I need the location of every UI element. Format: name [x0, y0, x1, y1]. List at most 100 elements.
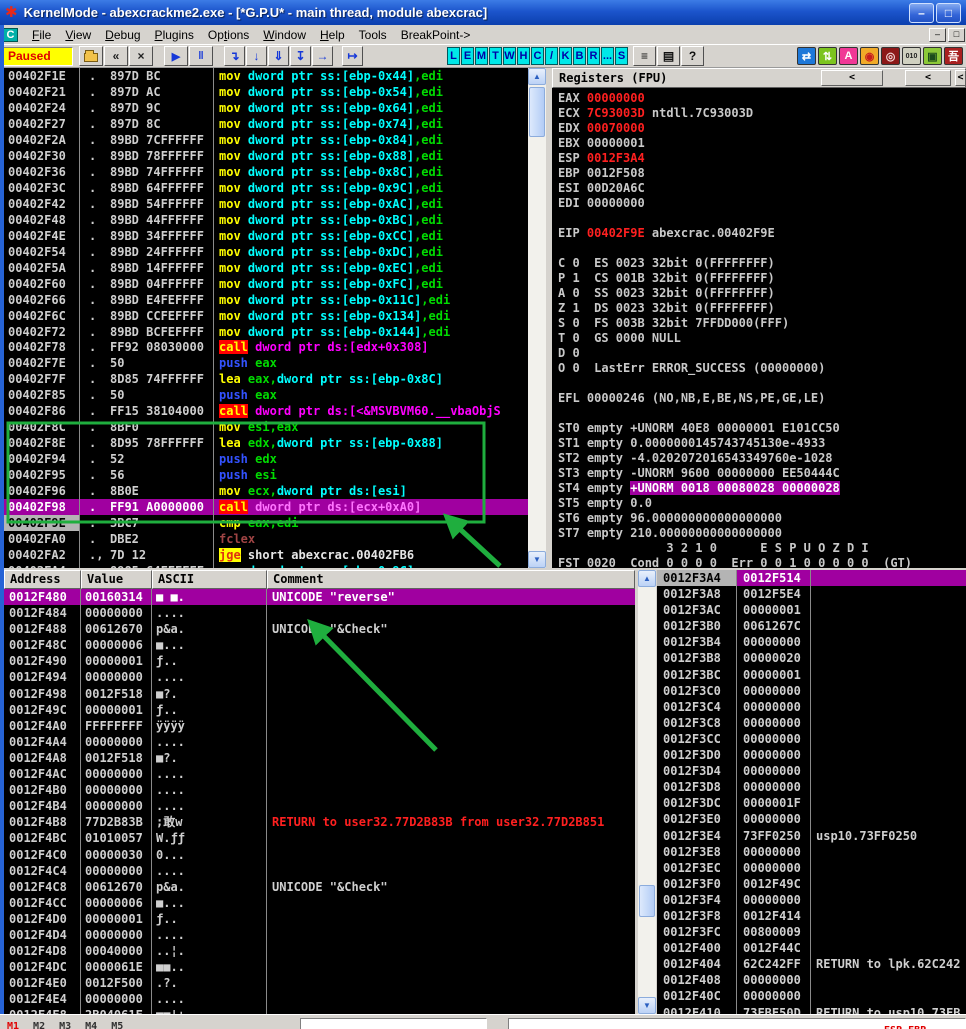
register-line[interactable]: ST1 empty 0.0000000145743745130e-4933: [558, 436, 966, 451]
disasm-row[interactable]: 00402F85. 50 push eax: [4, 387, 528, 404]
disasm-row[interactable]: 00402F7F. 8D85 74FFFFFF lea eax,dword ptr …: [4, 371, 528, 388]
dump-row[interactable]: 0012F4AC 00000000....: [4, 766, 635, 783]
stack-row[interactable]: 0012F3B0 0061267C: [657, 618, 966, 635]
threads-window-button[interactable]: T: [489, 47, 502, 65]
menu-item-tools[interactable]: Tools: [352, 26, 394, 44]
stack-row[interactable]: 0012F3D4 00000000: [657, 763, 966, 780]
stack-row[interactable]: 0012F3B4 00000000: [657, 634, 966, 651]
register-line[interactable]: D 0: [558, 346, 966, 361]
dump-row[interactable]: 0012F48C 00000006 ■...: [4, 637, 635, 654]
stack-row[interactable]: 0012F3AC 00000001: [657, 602, 966, 619]
stack-row[interactable]: 0012F408 00000000: [657, 972, 966, 989]
mdi-restore-button[interactable]: □: [948, 27, 965, 42]
stack-row[interactable]: 0012F410 73FBE50D RETURN to usp10.73FB: [657, 1004, 966, 1014]
menu-item-file[interactable]: File: [25, 26, 58, 44]
disasm-row[interactable]: 00402F36. 89BD 74FFFFFF mov dword ptr ss:[…: [4, 163, 528, 180]
disasm-row[interactable]: 00402FA2., 7D 12 jge short abexcrac.00402F…: [4, 547, 528, 564]
register-line[interactable]: FST 0020 Cond 0 0 0 0 Err 0 0 1 0 0 0 0 …: [558, 556, 966, 568]
register-line[interactable]: ST7 empty 210.00000000000000000: [558, 526, 966, 541]
dump-row[interactable]: 0012F4A8 0012F518 ■?.: [4, 749, 635, 767]
register-line[interactable]: ST4 empty +UNORM 0018 00080028 00000028: [558, 481, 966, 496]
register-line[interactable]: Z 1 DS 0023 32bit 0(FFFFFFFF): [558, 301, 966, 316]
source-window-button[interactable]: S: [615, 47, 628, 65]
log-window-button[interactable]: L: [447, 47, 460, 65]
scrollbar-thumb[interactable]: [639, 885, 655, 917]
green-screen-icon[interactable]: ▣: [923, 47, 942, 65]
dump-row[interactable]: 0012F480 00160314 ■ ■. UNICODE "reverse": [4, 589, 635, 606]
stack-row[interactable]: 0012F400 0012F44C: [657, 940, 966, 957]
open-file-button[interactable]: [79, 46, 103, 66]
disasm-row[interactable]: 00402F48. 89BD 44FFFFFF mov dword ptr ss:[…: [4, 211, 528, 228]
disasm-row[interactable]: 00402F21. 897D AC mov dword ptr ss:[ebp-0x…: [4, 83, 528, 100]
disasm-row[interactable]: 00402F7E. 50 push eax: [4, 355, 528, 372]
windows-window-button[interactable]: W: [503, 47, 516, 65]
register-line[interactable]: [558, 376, 966, 391]
disasm-row[interactable]: 00402FA0. DBE2 fclex: [4, 531, 528, 548]
column-header-value[interactable]: Value: [81, 570, 152, 589]
disasm-row[interactable]: 00402F2A. 89BD 7CFFFFFF mov dword ptr ss:[…: [4, 131, 528, 148]
menu-item-options[interactable]: Options: [201, 26, 256, 44]
execute-till-return-button[interactable]: →: [312, 46, 333, 66]
stack-row[interactable]: 0012F3C0 00000000: [657, 682, 966, 699]
swap-arrows-icon[interactable]: ⇄: [797, 47, 816, 65]
command-input[interactable]: [300, 1018, 487, 1029]
handles-window-button[interactable]: H: [517, 47, 530, 65]
register-line[interactable]: P 1 CS 001B 32bit 0(FFFFFFFF): [558, 271, 966, 286]
stack-row[interactable]: 0012F3E8 00000000: [657, 843, 966, 860]
dump-scrollbar[interactable]: ▲ ▼: [638, 570, 656, 1014]
stack-row[interactable]: 0012F3DC 0000001F: [657, 795, 966, 812]
windows-list-button[interactable]: ≡: [633, 46, 656, 66]
register-line[interactable]: ST0 empty +UNORM 40E8 00000001 E101CC50: [558, 421, 966, 436]
executables-window-button[interactable]: E: [461, 47, 474, 65]
spiral-icon[interactable]: ◎: [881, 47, 900, 65]
restart-button[interactable]: «: [104, 46, 128, 66]
scroll-up-icon[interactable]: ▲: [638, 570, 656, 587]
patches-window-button[interactable]: /: [545, 47, 558, 65]
dump-row[interactable]: 0012F4C4 00000000....: [4, 862, 635, 879]
register-line[interactable]: [558, 406, 966, 421]
execute-till-user-code-button[interactable]: ↦: [342, 46, 363, 66]
mdi-minimize-button[interactable]: –: [929, 27, 946, 42]
letter-a-icon[interactable]: A: [839, 47, 858, 65]
up-down-arrows-icon[interactable]: ⇅: [818, 47, 837, 65]
menu-item-plugins[interactable]: Plugins: [148, 26, 201, 44]
binary-icon[interactable]: 010: [902, 47, 921, 65]
register-line[interactable]: T 0 GS 0000 NULL: [558, 331, 966, 346]
stack-row[interactable]: 0012F3F8 0012F414: [657, 907, 966, 925]
dump-row[interactable]: 0012F4CC 00000006 ■...: [4, 894, 635, 911]
register-line[interactable]: 3 2 1 0 E S P U O Z D I: [558, 541, 966, 556]
menu-item-window[interactable]: Window: [256, 26, 313, 44]
disasm-row[interactable]: 00402F9E. 3BC7 cmp eax,edi: [4, 515, 528, 532]
stack-row[interactable]: 0012F3EC 00000000: [657, 859, 966, 876]
close-program-button[interactable]: ×: [129, 46, 153, 66]
menu-item-debug[interactable]: Debug: [98, 26, 147, 44]
column-header-address[interactable]: Address: [4, 570, 81, 589]
stack-row[interactable]: 0012F3C8 00000000: [657, 714, 966, 731]
animate-over-button[interactable]: ↧: [290, 46, 311, 66]
pause-button[interactable]: ‖: [189, 46, 213, 66]
collapse-button[interactable]: <: [955, 70, 966, 86]
disasm-row[interactable]: 00402F24. 897D 9C mov dword ptr ss:[ebp-0x…: [4, 99, 528, 116]
status-tab-m4[interactable]: M4: [78, 1021, 104, 1029]
disasm-row[interactable]: 00402F8C. 8BF0 mov esi,eax: [4, 419, 528, 436]
status-tab-m3[interactable]: M3: [52, 1021, 78, 1029]
register-line[interactable]: ESP 0012F3A4: [558, 151, 966, 166]
disasm-row[interactable]: 00402F8E. 8D95 78FFFFFF lea edx,dword ptr …: [4, 435, 528, 452]
stack-row[interactable]: 0012F3BC 00000001: [657, 666, 966, 683]
stack-row[interactable]: 0012F40C 00000000: [657, 988, 966, 1005]
stack-row[interactable]: 0012F3B8 00000020: [657, 650, 966, 667]
stack-row[interactable]: 0012F3FC 00800009: [657, 924, 966, 941]
red-dot-icon[interactable]: ◉: [860, 47, 879, 65]
disasm-row[interactable]: 00402F66. 89BD E4FEFFFF mov dword ptr ss:[…: [4, 291, 528, 308]
menu-item-help[interactable]: Help: [313, 26, 352, 44]
stack-row[interactable]: 0012F3A4 0012F514: [657, 570, 966, 587]
scroll-up-icon[interactable]: ▲: [528, 68, 546, 85]
dump-row[interactable]: 0012F4DC 0000061E ■■..: [4, 959, 635, 976]
status-tab-m2[interactable]: M2: [26, 1021, 52, 1029]
disasm-row[interactable]: 00402F96. 8B0E mov ecx,dword ptr ds:[esi]: [4, 483, 528, 500]
dump-row[interactable]: 0012F4C0 00000030 0...: [4, 846, 635, 863]
stack-row[interactable]: 0012F3F0 0012F49C: [657, 875, 966, 892]
disasm-row[interactable]: 00402F78. FF92 08030000 call dword ptr ds:…: [4, 339, 528, 356]
minimize-button[interactable]: –: [909, 2, 934, 23]
disasm-row[interactable]: 00402F27. 897D 8C mov dword ptr ss:[ebp-0x…: [4, 115, 528, 132]
